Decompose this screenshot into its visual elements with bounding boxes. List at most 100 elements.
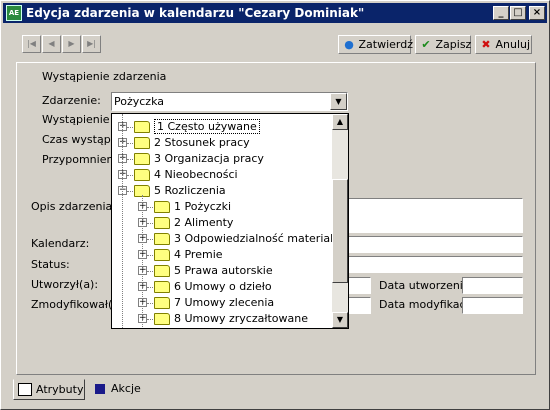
tree-item-label: 5 Rozliczenia [154, 184, 226, 197]
confirm-button[interactable]: ● Zatwierdź [338, 35, 414, 54]
tree-scrollbar[interactable]: ▲ ▼ [332, 114, 348, 328]
confirm-label: Zatwierdź [358, 38, 414, 51]
tree-item-label: 3 Odpowiedzialność materialna [174, 232, 347, 245]
folder-icon [134, 169, 150, 181]
calendar-label: Kalendarz: [31, 237, 90, 250]
tree-item[interactable]: −5 Rozliczenia [112, 183, 332, 199]
tree-item-label: 4 Premie [174, 248, 223, 261]
previous-record-button[interactable]: ◀ [42, 35, 61, 53]
tree-connector [147, 319, 153, 320]
folder-icon [154, 265, 170, 277]
event-value: Pożyczka [114, 95, 164, 108]
scroll-thumb[interactable] [332, 179, 348, 283]
folder-icon [154, 313, 170, 325]
description-label: Opis zdarzenia: [31, 200, 116, 213]
tree-item[interactable]: +6 Umowy o dzieło [112, 279, 332, 295]
tree-item-label: 4 Nieobecności [154, 168, 238, 181]
tree-connector [147, 255, 153, 256]
tree-item-label: 8 Umowy zryczałtowane [174, 312, 309, 325]
tree-connector [127, 159, 133, 160]
modified-date-field[interactable] [462, 297, 523, 314]
confirm-icon: ● [344, 38, 354, 51]
scroll-down-button[interactable]: ▼ [332, 312, 348, 328]
tree-item-label: 2 Alimenty [174, 216, 234, 229]
tree-connector [147, 239, 153, 240]
folder-icon [154, 281, 170, 293]
folder-icon [154, 201, 170, 213]
tree-item-label: 7 Umowy zlecenia [174, 296, 275, 309]
description-field[interactable] [347, 198, 523, 233]
tree-item[interactable]: +4 Premie [112, 247, 332, 263]
section-title: Wystąpienie zdarzenia [42, 70, 167, 83]
dialog-window: AE Edycja zdarzenia w kalendarzu "Cezary… [0, 0, 550, 410]
tree-item[interactable]: +8 Umowy zryczałtowane [112, 311, 332, 327]
tree-connector [147, 223, 153, 224]
combo-dropdown-button[interactable]: ▼ [330, 93, 347, 110]
tree-item[interactable]: +1 Często używane [112, 119, 332, 135]
tree-connector [127, 143, 133, 144]
modified-date-label: Data modyfikacji: [379, 298, 476, 311]
tree-item[interactable]: +7 Umowy zlecenia [112, 295, 332, 311]
maximize-button[interactable]: □ [510, 6, 526, 20]
folder-icon [134, 137, 150, 149]
created-date-field[interactable] [462, 277, 523, 294]
tree-connector [122, 114, 123, 328]
event-combobox[interactable]: Pożyczka ▼ [111, 92, 348, 111]
folder-icon [154, 217, 170, 229]
title-bar[interactable]: AE Edycja zdarzenia w kalendarzu "Cezary… [3, 3, 547, 23]
folder-icon [154, 249, 170, 261]
tree-item[interactable]: +3 Organizacja pracy [112, 151, 332, 167]
tab-attributes[interactable]: Atrybuty [13, 379, 85, 400]
tree-connector [147, 207, 153, 208]
tab-actions[interactable]: Akcje [89, 379, 147, 400]
tree-connector [127, 127, 133, 128]
created-by-label: Utworzył(a): [31, 278, 99, 291]
folder-icon [134, 153, 150, 165]
chevron-down-icon: ▼ [335, 97, 342, 106]
first-record-button[interactable]: |◀ [22, 35, 41, 53]
tree-item[interactable]: +2 Alimenty [112, 215, 332, 231]
tree-connector [127, 175, 133, 176]
checkmark-icon: ✔ [421, 38, 431, 51]
created-date-label: Data utworzenia: [379, 279, 474, 292]
tree-item-label: 6 Umowy o dzieło [174, 280, 272, 293]
event-label: Zdarzenie: [42, 94, 101, 107]
tree-item-label: 2 Stosunek pracy [154, 136, 250, 149]
save-button[interactable]: ✔ Zapisz [415, 35, 471, 54]
actions-tab-icon [95, 384, 105, 394]
window-title: Edycja zdarzenia w kalendarzu "Cezary Do… [26, 6, 365, 20]
close-button[interactable]: × [529, 6, 545, 20]
status-label: Status: [31, 258, 70, 271]
tree-item-label: 5 Prawa autorskie [174, 264, 273, 277]
tree-item[interactable]: +1 Pożyczki [112, 199, 332, 215]
next-record-button[interactable]: ▶ [62, 35, 81, 53]
status-field[interactable] [347, 256, 523, 273]
tree-connector [142, 195, 143, 328]
folder-icon [134, 121, 150, 133]
cancel-button[interactable]: ✖ Anuluj [475, 35, 532, 54]
tree-connector [127, 191, 133, 192]
cancel-icon: ✖ [481, 38, 491, 51]
tree-connector [147, 287, 153, 288]
scroll-up-button[interactable]: ▲ [332, 114, 348, 130]
save-label: Zapisz [435, 38, 472, 51]
tree-item[interactable]: +4 Nieobecności [112, 167, 332, 183]
modified-by-label: Zmodyfikował(a [31, 298, 120, 311]
tree-item[interactable]: +5 Prawa autorskie [112, 263, 332, 279]
last-record-button[interactable]: ▶| [82, 35, 101, 53]
tree-item[interactable]: +2 Stosunek pracy [112, 135, 332, 151]
tab-attributes-label: Atrybuty [36, 383, 84, 396]
minimize-button[interactable]: _ [493, 6, 509, 20]
tree-item[interactable]: +3 Odpowiedzialność materialna [112, 231, 347, 247]
calendar-field[interactable] [347, 236, 523, 253]
tree-item-label: 3 Organizacja pracy [154, 152, 264, 165]
event-tree-dropdown[interactable]: +1 Często używane +2 Stosunek pracy +3 Org… [111, 113, 349, 329]
tab-actions-label: Akcje [111, 382, 141, 395]
cancel-label: Anuluj [495, 38, 531, 51]
created-by-field[interactable] [347, 277, 371, 294]
modified-by-field[interactable] [347, 297, 371, 314]
app-icon: AE [6, 5, 22, 21]
attributes-tab-icon [18, 383, 32, 396]
tree-item-label: 1 Często używane [154, 119, 260, 134]
folder-icon [154, 233, 170, 245]
